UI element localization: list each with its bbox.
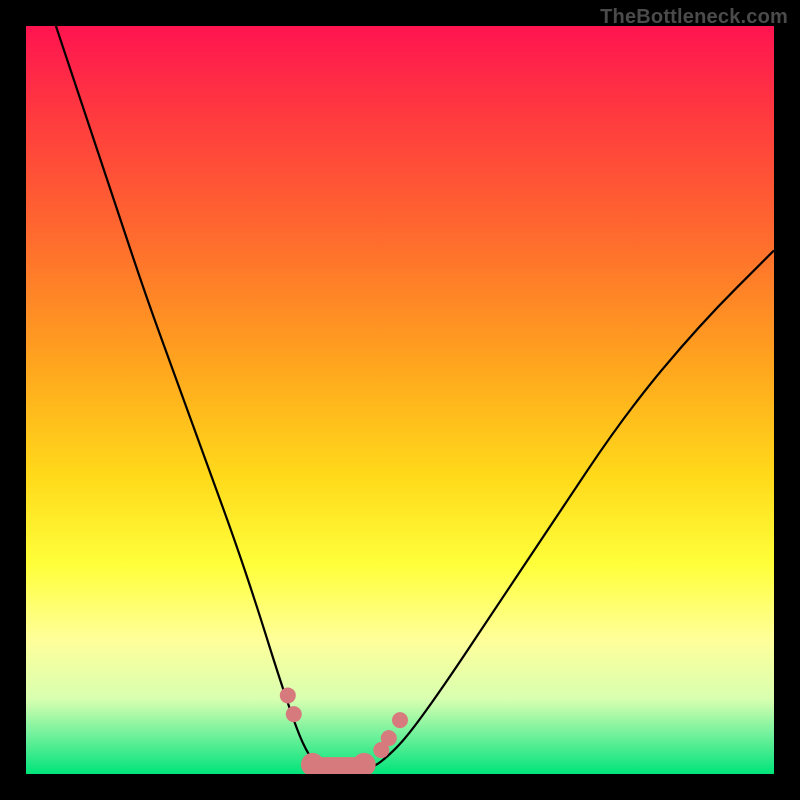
- marker-dot: [381, 730, 397, 746]
- scatter-markers: [280, 687, 408, 758]
- chart-frame: TheBottleneck.com: [0, 0, 800, 800]
- marker-dot: [392, 712, 408, 728]
- valley-knob: [301, 753, 324, 774]
- plot-area: [26, 26, 774, 774]
- marker-dot: [286, 706, 302, 722]
- curve-svg: [26, 26, 774, 774]
- marker-dot: [280, 687, 296, 703]
- bottleneck-curve: [56, 26, 774, 772]
- valley-knob: [352, 753, 375, 774]
- watermark-text: TheBottleneck.com: [600, 6, 788, 29]
- valley-ridge: [301, 753, 376, 774]
